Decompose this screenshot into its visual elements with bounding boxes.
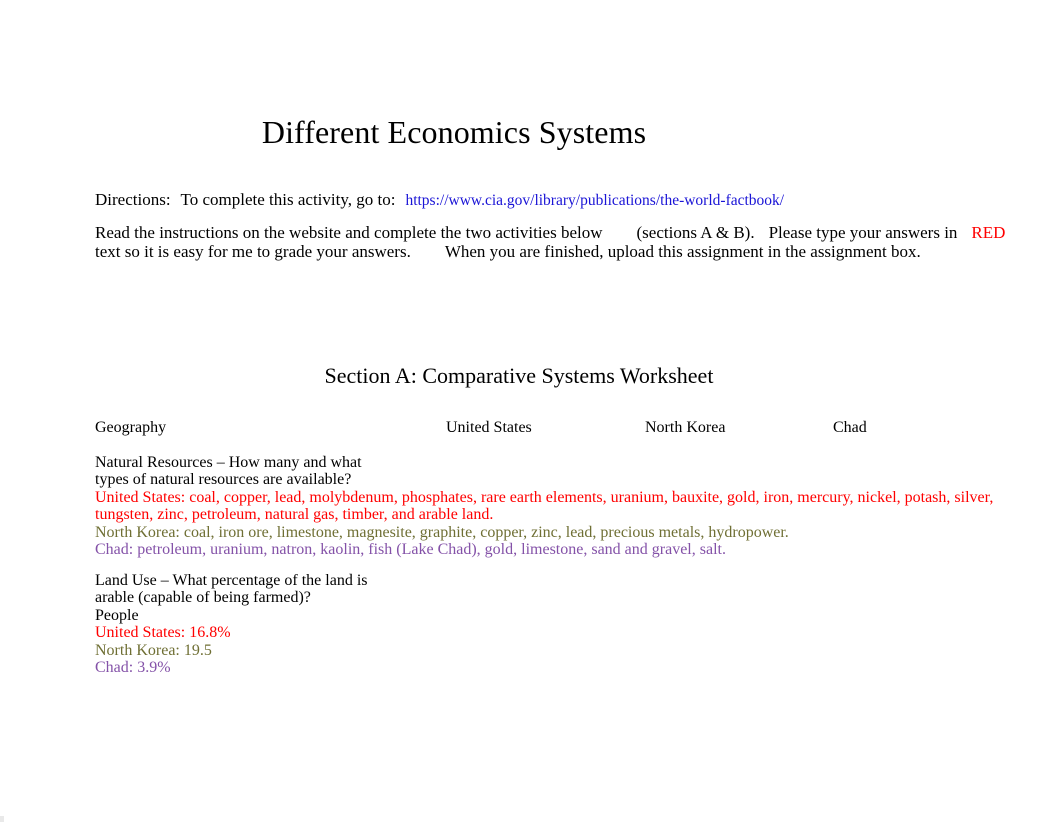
question-land-use-line2: arable (capable of being farmed)? <box>95 589 311 607</box>
answer-north-korea-resources: North Korea: coal, iron ore, limestone, … <box>95 523 789 541</box>
answer-chad-resources: Chad: petroleum, uranium, natron, kaolin… <box>95 541 726 559</box>
worksheet-table-header: Geography United States North Korea Chad <box>0 418 1062 438</box>
document-page: Different Economics Systems Directions: T… <box>0 0 1062 822</box>
column-header-north-korea: North Korea <box>645 419 726 436</box>
instructions-line2-part1: text so it is easy for me to grade your … <box>95 242 411 261</box>
question-natural-resources-line2: types of natural resources are available… <box>95 471 352 489</box>
instructions-line1-part1: Read the instructions on the website and… <box>95 223 603 242</box>
page-edge-artifact <box>0 816 4 822</box>
answer-north-korea-land-use: North Korea: 19.5 <box>95 641 212 659</box>
answer-united-states-resources-line2: tungsten, zinc, petroleum, natural gas, … <box>95 506 494 524</box>
answer-united-states-land-use: United States: 16.8% <box>95 624 231 642</box>
question-land-use-line1: Land Use – What percentage of the land i… <box>95 572 368 589</box>
directions-line: Directions: To complete this activity, go… <box>95 189 784 212</box>
directions-text: To complete this activity, go to: <box>180 190 396 209</box>
question-natural-resources-line1: Natural Resources – How many and what <box>95 454 362 471</box>
section-a-heading: Section A: Comparative Systems Worksheet <box>324 363 714 388</box>
directions-label: Directions: <box>95 190 171 209</box>
column-header-geography: Geography <box>95 419 167 436</box>
factbook-link[interactable]: https://www.cia.gov/library/publications… <box>405 192 784 209</box>
answer-united-states-resources-line1: United States: coal, copper, lead, molyb… <box>95 488 994 506</box>
instructions-line1-part3: Please type your answers in <box>768 223 958 242</box>
column-header-chad: Chad <box>833 419 867 436</box>
instructions-paragraph: Read the instructions on the website and… <box>95 223 1005 261</box>
instructions-line2-part2: When you are finished, upload this assig… <box>444 242 921 261</box>
column-header-united-states: United States <box>446 419 532 436</box>
subheading-people: People <box>95 606 139 624</box>
table-row: Land Use – What percentage of the land i… <box>95 572 368 676</box>
red-emphasis-word: RED <box>971 223 1006 242</box>
instructions-sections-note: (sections A & B). <box>636 223 755 242</box>
answer-chad-land-use: Chad: 3.9% <box>95 659 171 677</box>
table-row: Natural Resources – How many and what ty… <box>95 454 993 558</box>
page-title: Different Economics Systems <box>261 114 647 150</box>
